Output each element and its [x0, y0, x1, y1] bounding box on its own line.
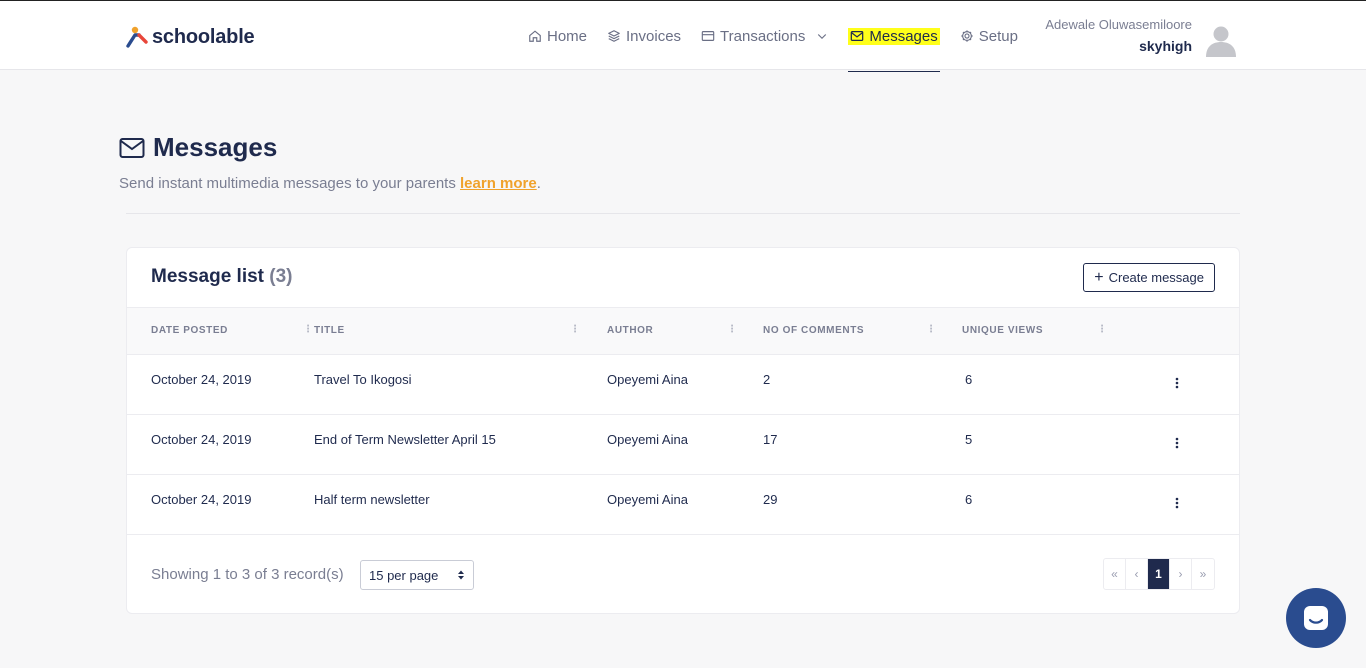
cell-title: End of Term Newsletter April 15: [314, 431, 496, 447]
sort-icon: ⋮: [926, 324, 937, 335]
col-unique-views-label: Unique views: [962, 325, 1044, 337]
home-icon: [529, 30, 541, 42]
col-comments-label: No of comments: [763, 325, 865, 337]
card-title-text: Message list: [151, 266, 264, 287]
per-page-select[interactable]: 15 per page: [360, 560, 474, 590]
nav-transactions[interactable]: Transactions: [691, 1, 838, 71]
cell-date: October 24, 2019: [151, 371, 252, 387]
page-next[interactable]: ›: [1170, 559, 1192, 589]
page-subtitle: Send instant multimedia messages to your…: [119, 175, 541, 192]
page-prev[interactable]: ‹: [1126, 559, 1148, 589]
pagination: « ‹ 1 › »: [1103, 558, 1215, 590]
page-subtitle-period: .: [536, 175, 541, 192]
top-navbar: schoolable Home Invoices Transactions Me…: [0, 0, 1366, 72]
records-summary: Showing 1 to 3 of 3 record(s): [151, 566, 344, 583]
cell-actions: [1144, 474, 1239, 534]
user-info[interactable]: Adewale Oluwasemiloore skyhigh: [1045, 16, 1192, 58]
col-author[interactable]: Author ⋮: [607, 308, 763, 354]
chat-icon: [1304, 606, 1328, 630]
sort-icon: ⋮: [1097, 324, 1108, 335]
page-current[interactable]: 1: [1148, 559, 1170, 589]
card-header: Message list (3) + Create message: [127, 248, 1239, 308]
more-vertical-icon[interactable]: [1167, 373, 1187, 393]
mail-icon: [119, 137, 145, 158]
brand-logo[interactable]: schoolable: [126, 25, 255, 49]
more-vertical-icon[interactable]: [1167, 433, 1187, 453]
chat-launcher-button[interactable]: [1286, 588, 1346, 648]
nav-invoices-label: Invoices: [626, 27, 682, 45]
brand-name: schoolable: [152, 25, 255, 48]
avatar[interactable]: [1204, 23, 1238, 57]
col-title-label: Title: [314, 325, 345, 337]
col-date-posted-label: Date posted: [151, 325, 228, 337]
page-subtitle-text: Send instant multimedia messages to your…: [119, 175, 456, 192]
cell-comments: 2: [763, 371, 771, 387]
page-first[interactable]: «: [1104, 559, 1126, 589]
sort-icon: ⋮: [303, 324, 314, 335]
col-title[interactable]: Title ⋮: [314, 308, 607, 354]
page-last[interactable]: »: [1192, 559, 1214, 589]
chevron-down-icon: [818, 34, 827, 40]
cell-views: 6: [965, 371, 973, 387]
create-message-label: Create message: [1108, 270, 1204, 285]
plus-icon: +: [1094, 268, 1104, 286]
nav-transactions-label: Transactions: [720, 27, 806, 45]
nav-setup[interactable]: Setup: [950, 1, 1028, 71]
table-row[interactable]: October 24, 2019 Travel To Ikogosi Opeye…: [127, 354, 1239, 414]
card-title: Message list (3): [151, 266, 293, 288]
cell-date: October 24, 2019: [151, 431, 252, 447]
nav-home-label: Home: [547, 27, 588, 45]
more-vertical-icon[interactable]: [1167, 493, 1187, 513]
table-header-row: Date posted ⋮ Title ⋮ Author ⋮ No of commen…: [127, 308, 1239, 354]
message-list-card: Message list (3) + Create message Date p…: [126, 247, 1240, 614]
messages-table: Date posted ⋮ Title ⋮ Author ⋮ No of commen…: [127, 308, 1239, 535]
table-row[interactable]: October 24, 2019 Half term newsletter Op…: [127, 474, 1239, 534]
user-name: Adewale Oluwasemiloore: [1045, 17, 1192, 32]
cell-actions: [1144, 354, 1239, 414]
nav-messages[interactable]: Messages: [838, 1, 949, 72]
cell-date: October 24, 2019: [151, 491, 252, 507]
card-icon: [701, 31, 715, 41]
cell-title: Travel To Ikogosi: [314, 371, 412, 387]
cell-comments: 29: [763, 491, 778, 507]
cell-author: Opeyemi Aina: [607, 491, 688, 507]
cell-author: Opeyemi Aina: [607, 431, 688, 447]
nav-setup-label: Setup: [978, 27, 1018, 45]
cell-author: Opeyemi Aina: [607, 371, 688, 387]
nav-home[interactable]: Home: [518, 1, 597, 71]
cell-title: Half term newsletter: [314, 491, 430, 507]
main-nav: Home Invoices Transactions Messages Setu…: [518, 1, 1028, 72]
learn-more-link[interactable]: learn more: [460, 175, 537, 192]
mail-icon: [851, 31, 864, 41]
sort-icon: ⋮: [570, 324, 581, 335]
user-org: skyhigh: [1139, 38, 1192, 54]
layers-icon: [608, 30, 620, 42]
sort-icon: ⋮: [727, 324, 738, 335]
sort-arrows-icon: [458, 570, 464, 580]
page-title: Messages: [153, 132, 278, 162]
schoolable-logo-icon: [126, 26, 148, 48]
col-author-label: Author: [607, 325, 654, 337]
card-footer: Showing 1 to 3 of 3 record(s) 15 per pag…: [127, 534, 1239, 614]
table-row[interactable]: October 24, 2019 End of Term Newsletter …: [127, 414, 1239, 474]
col-date-posted[interactable]: Date posted ⋮: [127, 308, 314, 354]
create-message-button[interactable]: + Create message: [1083, 263, 1215, 292]
message-count: (3): [269, 266, 293, 287]
cell-actions: [1144, 414, 1239, 474]
page-header: Messages Send instant multimedia message…: [119, 132, 541, 192]
cell-comments: 17: [763, 431, 778, 447]
cell-views: 5: [965, 431, 973, 447]
per-page-value: 15 per page: [369, 567, 439, 583]
cell-views: 6: [965, 491, 973, 507]
nav-messages-label: Messages: [869, 27, 938, 45]
col-comments[interactable]: No of comments ⋮: [763, 308, 962, 354]
col-actions: [1144, 308, 1239, 354]
user-avatar-icon: [1206, 26, 1236, 57]
gear-icon: [961, 30, 973, 42]
nav-invoices[interactable]: Invoices: [597, 1, 691, 71]
col-unique-views[interactable]: Unique views ⋮: [962, 308, 1144, 354]
divider: [126, 213, 1240, 214]
